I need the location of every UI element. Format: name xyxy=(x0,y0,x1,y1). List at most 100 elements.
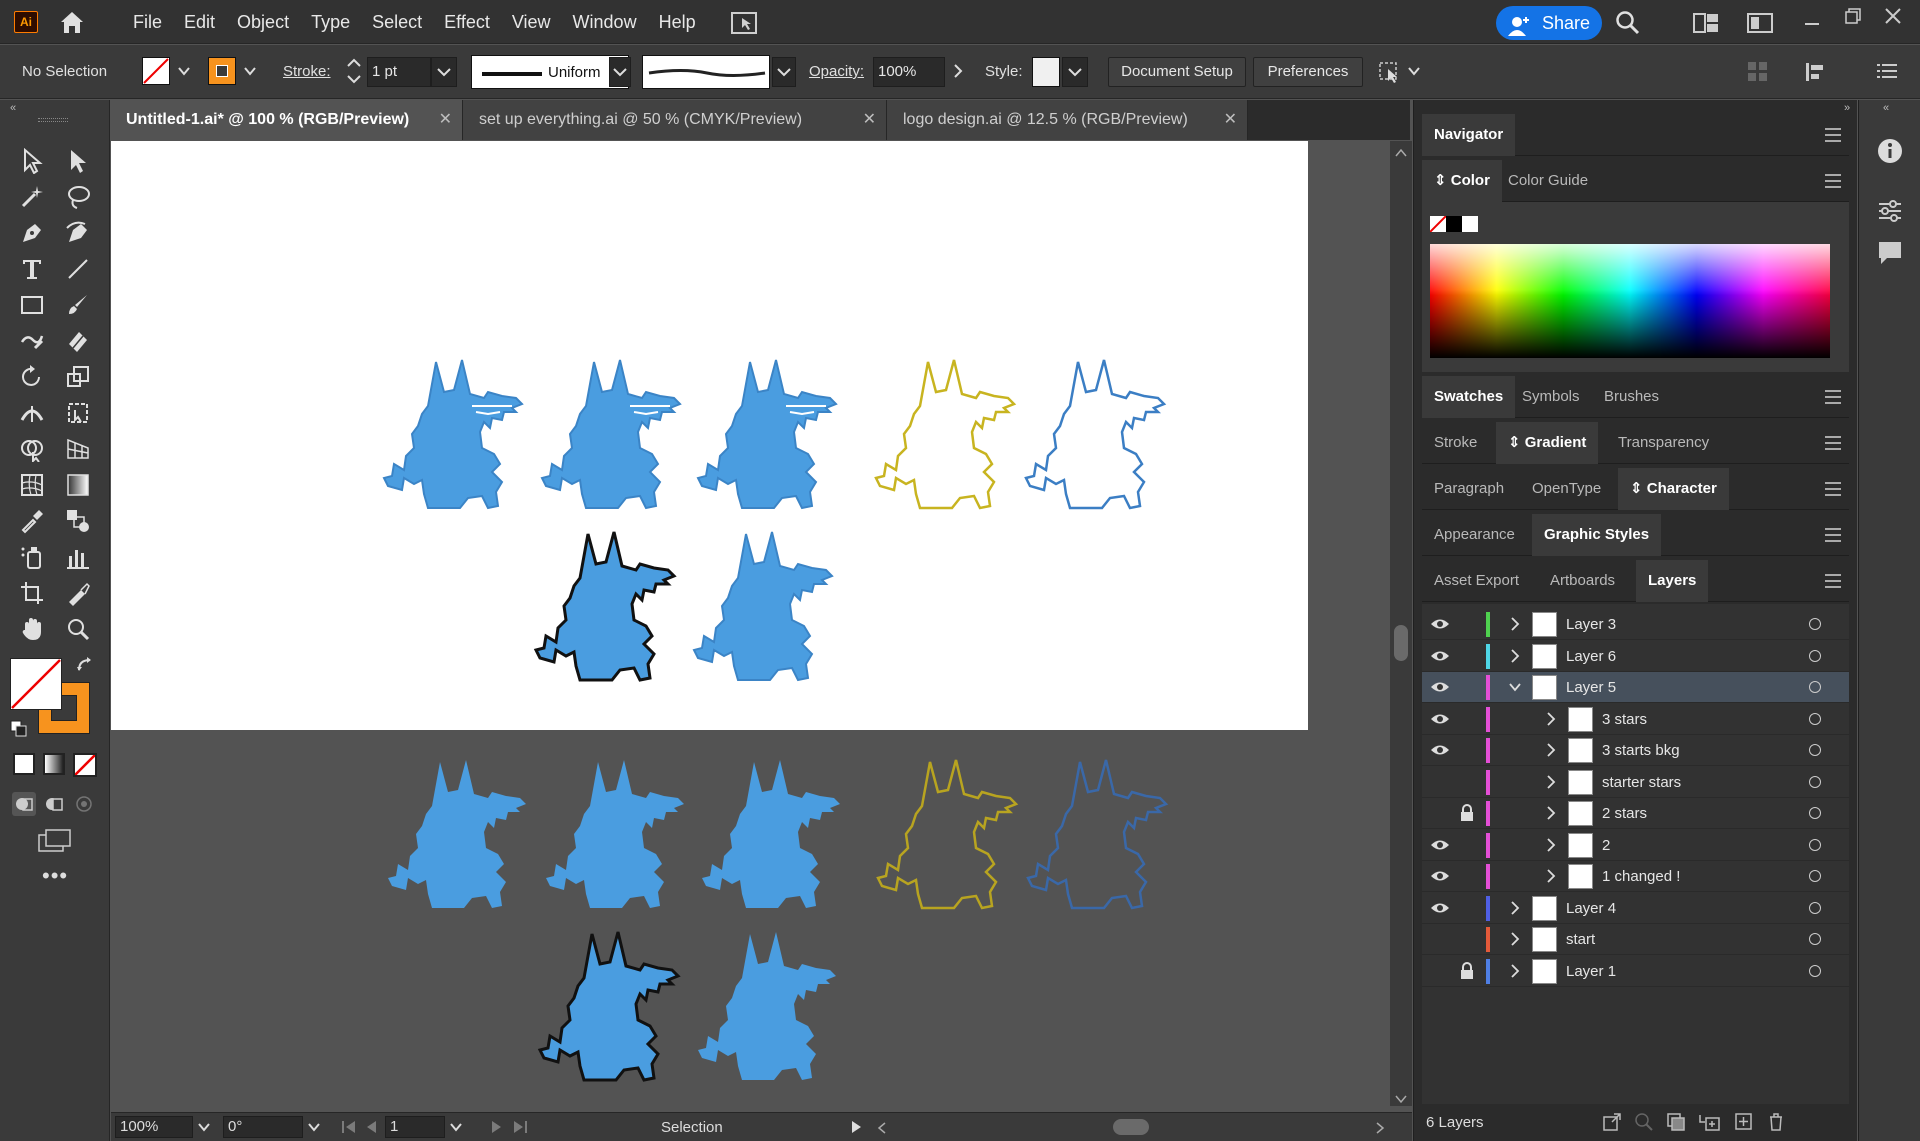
layer-row[interactable]: starter stars xyxy=(1422,766,1849,798)
rotation-field[interactable]: 0° xyxy=(223,1116,303,1138)
properties-info-icon[interactable] xyxy=(1877,138,1903,164)
visibility-toggle[interactable] xyxy=(1430,964,1450,978)
tab-character[interactable]: ⇕ Character xyxy=(1618,468,1729,510)
none-color-chip[interactable] xyxy=(1430,216,1446,232)
visibility-eye-icon[interactable] xyxy=(1430,869,1450,883)
visibility-toggle[interactable] xyxy=(1430,932,1450,946)
last-artboard-icon[interactable] xyxy=(513,1120,529,1134)
artboard-dropdown-icon[interactable] xyxy=(449,1120,463,1134)
tab-opentype[interactable]: OpenType xyxy=(1520,468,1613,510)
layer-target-icon[interactable] xyxy=(1809,964,1821,977)
chevron-right-icon[interactable] xyxy=(1508,898,1522,918)
layer-row[interactable]: start xyxy=(1422,924,1849,955)
wolf-outline-blue[interactable] xyxy=(1026,758,1168,910)
layer-target-icon[interactable] xyxy=(1809,901,1821,914)
tab-asset-export[interactable]: Asset Export xyxy=(1422,560,1531,602)
layer-row[interactable]: 2 stars xyxy=(1422,798,1849,829)
layer-row[interactable]: 2 xyxy=(1422,829,1849,861)
layer-row[interactable]: Layer 4 xyxy=(1422,892,1849,924)
visibility-eye-icon[interactable] xyxy=(1430,649,1450,663)
collapse-panels-icon[interactable]: » xyxy=(1844,102,1858,114)
tab-swatches[interactable]: Swatches xyxy=(1422,376,1516,418)
wolf-illustration-outlined[interactable] xyxy=(538,930,680,1082)
artboard-number-field[interactable]: 1 xyxy=(385,1116,445,1138)
layer-target-icon[interactable] xyxy=(1809,618,1821,630)
export-layers-icon[interactable] xyxy=(1602,1112,1622,1132)
black-color-chip[interactable] xyxy=(1446,216,1462,232)
wolf-outline-blue[interactable] xyxy=(1024,358,1166,510)
wolf-illustration[interactable] xyxy=(388,760,526,908)
visibility-eye-icon[interactable] xyxy=(1430,838,1450,852)
panel-menu-icon[interactable] xyxy=(1825,436,1841,450)
tab-layers[interactable]: Layers xyxy=(1636,560,1709,602)
adjustments-sliders-icon[interactable] xyxy=(1877,198,1903,224)
scroll-down-icon[interactable] xyxy=(1395,1091,1407,1104)
visibility-toggle[interactable] xyxy=(1430,806,1450,820)
layer-target-icon[interactable] xyxy=(1809,838,1821,851)
visibility-toggle[interactable] xyxy=(1430,775,1450,789)
layer-row[interactable]: Layer 6 xyxy=(1422,640,1849,672)
scroll-thumb[interactable] xyxy=(1394,625,1408,661)
visibility-eye-icon[interactable] xyxy=(1430,743,1450,757)
panel-menu-icon[interactable] xyxy=(1825,174,1841,188)
tab-appearance[interactable]: Appearance xyxy=(1422,514,1527,556)
layer-target-icon[interactable] xyxy=(1809,712,1821,725)
color-spectrum[interactable] xyxy=(1430,244,1830,358)
layer-target-icon[interactable] xyxy=(1809,649,1821,662)
wolf-illustration[interactable] xyxy=(698,932,836,1080)
tab-artboards[interactable]: Artboards xyxy=(1538,560,1627,602)
tab-brushes[interactable]: Brushes xyxy=(1592,376,1671,418)
tab-transparency[interactable]: Transparency xyxy=(1606,422,1721,464)
tab-graphic-styles[interactable]: Graphic Styles xyxy=(1532,514,1662,556)
visibility-eye-icon[interactable] xyxy=(1430,901,1450,915)
horizontal-scroll-thumb[interactable] xyxy=(1113,1119,1149,1135)
scroll-right-icon[interactable] xyxy=(1375,1121,1385,1134)
zoom-dropdown-icon[interactable] xyxy=(197,1120,211,1134)
vertical-scrollbar[interactable] xyxy=(1390,141,1412,1106)
layer-row[interactable]: 3 starts bkg xyxy=(1422,735,1849,766)
wolf-outline-mustard[interactable] xyxy=(874,358,1016,510)
wolf-illustration[interactable] xyxy=(383,359,523,509)
chevron-right-icon[interactable] xyxy=(1544,835,1558,855)
rotation-dropdown-icon[interactable] xyxy=(307,1120,321,1134)
tab-symbols[interactable]: Symbols xyxy=(1510,376,1592,418)
chevron-right-icon[interactable] xyxy=(1544,709,1558,729)
chevron-right-icon[interactable] xyxy=(1544,772,1558,792)
chevron-right-icon[interactable] xyxy=(1544,803,1558,823)
wolf-illustration-outlined[interactable] xyxy=(534,530,676,682)
tab-color[interactable]: ⇕ Color xyxy=(1422,160,1502,202)
white-color-chip[interactable] xyxy=(1462,216,1478,232)
collapse-strip-icon[interactable]: « xyxy=(1883,102,1897,114)
wolf-illustration[interactable] xyxy=(546,760,684,908)
layer-row[interactable]: Layer 1 xyxy=(1422,955,1849,987)
wolf-outline-mustard[interactable] xyxy=(876,758,1018,910)
chevron-right-icon[interactable] xyxy=(1508,646,1522,666)
visibility-eye-icon[interactable] xyxy=(1430,617,1450,631)
chevron-right-icon[interactable] xyxy=(1508,929,1522,949)
layer-target-icon[interactable] xyxy=(1809,933,1821,945)
create-sublayer-icon[interactable] xyxy=(1698,1112,1722,1132)
layer-target-icon[interactable] xyxy=(1809,744,1821,756)
chevron-right-icon[interactable] xyxy=(1544,740,1558,760)
make-clipping-mask-icon[interactable] xyxy=(1666,1112,1686,1132)
wolf-illustration[interactable] xyxy=(697,359,837,509)
layer-row[interactable]: Layer 5 xyxy=(1422,672,1849,703)
chevron-right-icon[interactable] xyxy=(1508,614,1522,634)
chevron-right-icon[interactable] xyxy=(1508,961,1522,981)
layer-target-icon[interactable] xyxy=(1809,870,1821,882)
tab-gradient[interactable]: ⇕ Gradient xyxy=(1496,422,1599,464)
tab-stroke[interactable]: Stroke xyxy=(1422,422,1489,464)
layer-target-icon[interactable] xyxy=(1809,681,1821,693)
layer-row[interactable]: 3 stars xyxy=(1422,703,1849,735)
tab-paragraph[interactable]: Paragraph xyxy=(1422,468,1516,510)
chevron-right-icon[interactable] xyxy=(1544,866,1558,886)
scroll-up-icon[interactable] xyxy=(1395,145,1407,157)
visibility-eye-icon[interactable] xyxy=(1430,712,1450,726)
panel-menu-icon[interactable] xyxy=(1825,390,1841,404)
locate-object-icon[interactable] xyxy=(1634,1112,1654,1132)
lock-icon[interactable] xyxy=(1460,961,1474,980)
scroll-left-icon[interactable] xyxy=(877,1121,887,1134)
status-menu-icon[interactable] xyxy=(851,1120,863,1134)
lock-icon[interactable] xyxy=(1460,804,1474,822)
tab-navigator[interactable]: Navigator xyxy=(1422,114,1516,156)
